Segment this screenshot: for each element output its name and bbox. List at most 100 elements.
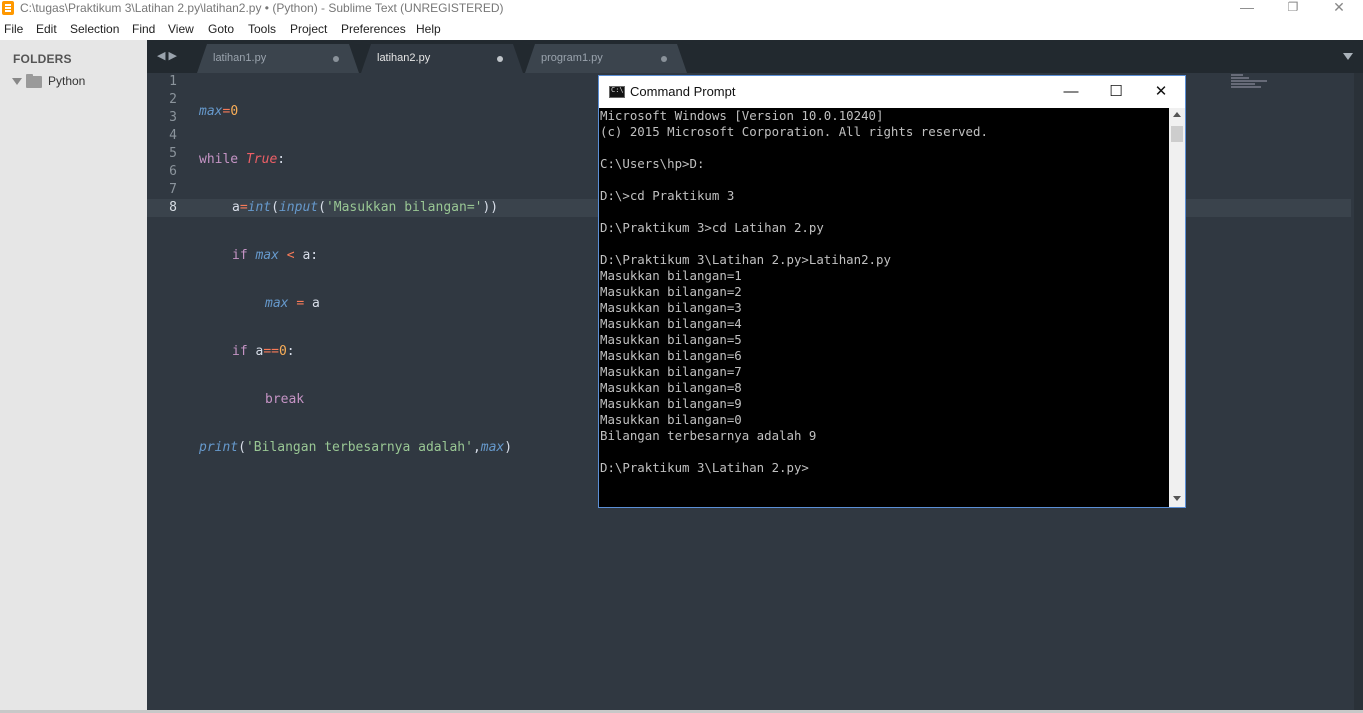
line-number-current: 8 — [147, 199, 191, 217]
token: break — [265, 392, 305, 407]
tab-nav-arrows-icon[interactable]: ◀▶ — [157, 49, 180, 62]
cmd-window-title: Command Prompt — [630, 84, 736, 99]
unsaved-dot-icon[interactable] — [333, 56, 339, 62]
tab-latihan1[interactable]: latihan1.py — [197, 44, 359, 73]
console-line: Masukkan bilangan=4 — [600, 316, 742, 331]
minimap[interactable] — [1231, 74, 1271, 90]
token: print — [199, 440, 239, 455]
menu-preferences[interactable]: Preferences — [341, 21, 406, 37]
menu-bar: File Edit Selection Find View Goto Tools… — [0, 19, 1363, 39]
token: a — [232, 200, 240, 215]
console-line: C:\Users\hp>D: — [600, 156, 705, 171]
console-line: D:\Praktikum 3\Latihan 2.py> — [600, 460, 809, 475]
menu-file[interactable]: File — [4, 21, 23, 37]
menu-edit[interactable]: Edit — [36, 21, 57, 37]
window-title: C:\tugas\Praktikum 3\Latihan 2.py\latiha… — [20, 1, 504, 15]
token: 'Masukkan bilangan=' — [325, 200, 483, 215]
code-line-5: max = a — [199, 295, 512, 313]
menu-view[interactable]: View — [168, 21, 194, 37]
menu-tools[interactable]: Tools — [248, 21, 276, 37]
token: max — [255, 248, 279, 263]
token: = — [239, 200, 248, 215]
token: 'Bilangan terbesarnya adalah' — [245, 440, 473, 455]
expand-arrow-icon[interactable] — [12, 78, 22, 85]
console-line: Microsoft Windows [Version 10.0.10240] — [600, 108, 884, 123]
menu-project[interactable]: Project — [290, 21, 327, 37]
scroll-thumb[interactable] — [1171, 126, 1183, 142]
token: : — [277, 152, 286, 167]
token: max — [480, 440, 505, 455]
cmd-scrollbar[interactable] — [1169, 108, 1185, 507]
token: < — [286, 248, 295, 263]
code-line-4: if max < a: — [199, 247, 512, 265]
token: 0 — [278, 344, 287, 359]
token: max — [265, 296, 289, 311]
token: a: — [302, 248, 319, 263]
tab-dropdown-icon[interactable] — [1343, 53, 1353, 60]
token: ) — [504, 440, 513, 455]
menu-find[interactable]: Find — [132, 21, 155, 37]
token: )) — [482, 200, 499, 215]
console-line: Bilangan terbesarnya adalah 9 — [600, 428, 817, 443]
token: while — [199, 152, 239, 167]
console-line: Masukkan bilangan=3 — [600, 300, 742, 315]
unsaved-dot-icon[interactable] — [497, 56, 503, 62]
cmd-minimize-button[interactable]: — — [1051, 80, 1091, 104]
console-line: Masukkan bilangan=9 — [600, 396, 742, 411]
code-text-area[interactable]: max=0 while True: a=int(input('Masukkan … — [199, 73, 512, 487]
cmd-console-output[interactable]: Microsoft Windows [Version 10.0.10240] (c… — [599, 108, 1169, 507]
line-number: 7 — [169, 182, 177, 197]
console-line: Masukkan bilangan=2 — [600, 284, 742, 299]
menu-help[interactable]: Help — [416, 21, 441, 37]
line-number: 4 — [169, 128, 177, 143]
token: if — [232, 344, 248, 359]
token: True — [245, 152, 278, 167]
folder-python[interactable]: Python — [48, 74, 85, 88]
token: max — [199, 104, 223, 119]
tab-label: latihan1.py — [213, 52, 267, 64]
code-line-3: a=int(input('Masukkan bilangan=')) — [199, 199, 512, 217]
token: ( — [271, 200, 279, 215]
console-line: Masukkan bilangan=8 — [600, 380, 742, 395]
line-number: 2 — [169, 92, 177, 107]
restore-button[interactable]: ❐ — [1270, 0, 1316, 18]
tab-latihan2[interactable]: latihan2.py — [361, 44, 523, 73]
line-number: 5 — [169, 146, 177, 161]
folder-icon — [26, 74, 42, 88]
code-line-7: break — [199, 391, 512, 409]
unsaved-dot-icon[interactable] — [661, 56, 667, 62]
menu-selection[interactable]: Selection — [70, 21, 119, 37]
tab-program1[interactable]: program1.py — [525, 44, 687, 73]
cmd-title-bar[interactable]: Command Prompt — ☐ ✕ — [599, 76, 1185, 108]
cmd-app-icon — [609, 86, 625, 98]
token: : — [286, 344, 295, 359]
token: input — [278, 200, 319, 215]
token: == — [263, 344, 279, 359]
cmd-close-button[interactable]: ✕ — [1141, 80, 1181, 104]
menu-goto[interactable]: Goto — [208, 21, 234, 37]
console-line: Masukkan bilangan=5 — [600, 332, 742, 347]
scroll-down-arrow-icon[interactable] — [1173, 496, 1181, 501]
minimize-button[interactable]: — — [1224, 0, 1270, 18]
scroll-up-arrow-icon[interactable] — [1173, 112, 1181, 117]
editor-scrollbar[interactable] — [1354, 73, 1363, 710]
token: , — [472, 440, 481, 455]
line-number: 1 — [169, 74, 177, 89]
console-line: D:\Praktikum 3>cd Latihan 2.py — [600, 220, 824, 235]
close-button[interactable]: ✕ — [1316, 0, 1362, 18]
command-prompt-window: Command Prompt — ☐ ✕ Microsoft Windows [… — [598, 75, 1186, 508]
console-line: Masukkan bilangan=7 — [600, 364, 742, 379]
console-line: Masukkan bilangan=1 — [600, 268, 742, 283]
tab-bar: ◀▶ latihan1.py program1.py latihan2.py — [147, 40, 1363, 73]
code-line-6: if a==0: — [199, 343, 512, 361]
code-line-1: max=0 — [199, 103, 512, 121]
token: = — [296, 296, 305, 311]
console-line: (c) 2015 Microsoft Corporation. All righ… — [600, 124, 988, 139]
cmd-maximize-button[interactable]: ☐ — [1096, 80, 1136, 104]
console-line: D:\>cd Praktikum 3 — [600, 188, 735, 203]
